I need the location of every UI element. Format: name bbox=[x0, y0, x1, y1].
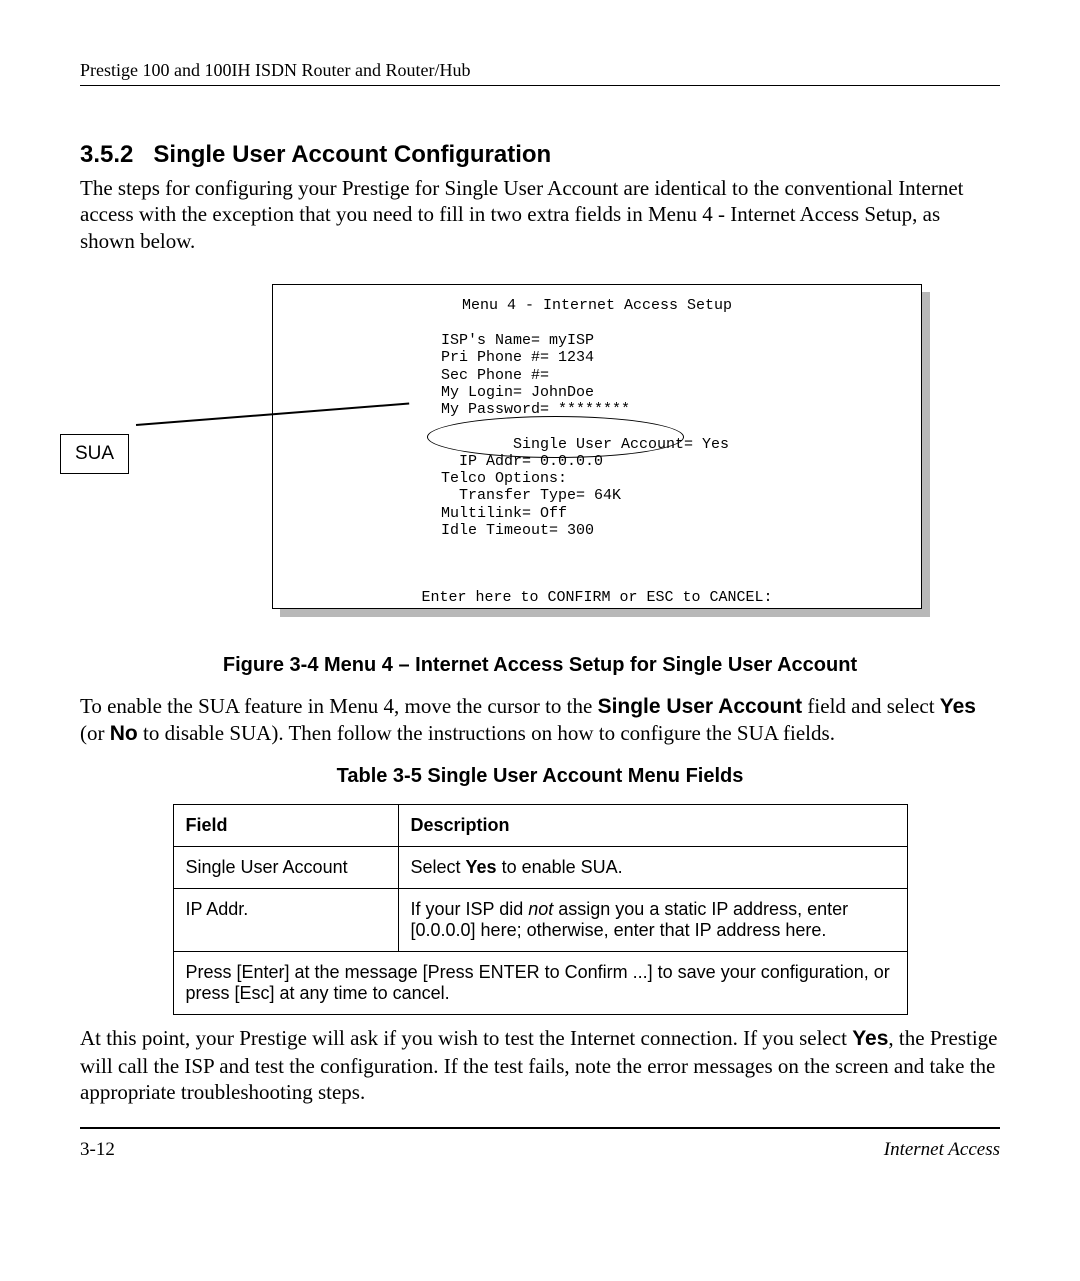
section-title: Single User Account Configuration bbox=[153, 141, 551, 168]
fields-table: Field Description Single User Account Se… bbox=[173, 804, 908, 1015]
italic-text: not bbox=[528, 899, 553, 919]
td-field: Single User Account bbox=[173, 847, 398, 889]
chapter-label: Internet Access bbox=[884, 1139, 1000, 1161]
figure-caption: Figure 3-4 Menu 4 – Internet Access Setu… bbox=[80, 654, 1000, 677]
td-field: IP Addr. bbox=[173, 889, 398, 952]
bold-text: Yes bbox=[940, 695, 976, 718]
figure-wrap: Menu 4 - Internet Access Setup ISP's Nam… bbox=[80, 284, 1000, 624]
sua-line-1: Single User Account= Yes bbox=[513, 436, 729, 453]
td-desc: Select Yes to enable SUA. bbox=[398, 847, 907, 889]
text: field and select bbox=[802, 694, 940, 718]
text: to enable SUA. bbox=[497, 857, 623, 877]
section-heading: 3.5.2 Single User Account Configuration bbox=[80, 141, 1000, 169]
text: If your ISP did bbox=[411, 899, 529, 919]
page: Prestige 100 and 100IH ISDN Router and R… bbox=[0, 0, 1080, 1281]
terminal-sua-block: Single User Account= Yes IP Addr= 0.0.0.… bbox=[441, 418, 903, 470]
bold-text: Single User Account bbox=[598, 695, 803, 718]
th-field: Field bbox=[173, 805, 398, 847]
text: to disable SUA). Then follow the instruc… bbox=[138, 721, 835, 745]
text: Select bbox=[411, 857, 466, 877]
terminal-top-lines: ISP's Name= myISP Pri Phone #= 1234 Sec … bbox=[441, 332, 903, 418]
callout-label: SUA bbox=[60, 434, 129, 474]
th-description: Description bbox=[398, 805, 907, 847]
closing-paragraph: At this point, your Prestige will ask if… bbox=[80, 1025, 1000, 1105]
terminal-title: Menu 4 - Internet Access Setup bbox=[291, 297, 903, 314]
page-number: 3-12 bbox=[80, 1139, 115, 1161]
enable-paragraph: To enable the SUA feature in Menu 4, mov… bbox=[80, 693, 1000, 748]
page-footer: 3-12 Internet Access bbox=[80, 1127, 1000, 1161]
sua-line-2: IP Addr= 0.0.0.0 bbox=[441, 453, 603, 470]
terminal-bottom-lines: Telco Options: Transfer Type= 64K Multil… bbox=[441, 470, 903, 539]
running-head: Prestige 100 and 100IH ISDN Router and R… bbox=[80, 60, 1000, 86]
section-number: 3.5.2 bbox=[80, 141, 133, 168]
table-header-row: Field Description bbox=[173, 805, 907, 847]
text: (or bbox=[80, 721, 110, 745]
text: To enable the SUA feature in Menu 4, mov… bbox=[80, 694, 598, 718]
intro-paragraph: The steps for configuring your Prestige … bbox=[80, 175, 1000, 254]
bold-text: No bbox=[110, 722, 138, 745]
bold-text: Yes bbox=[466, 857, 497, 877]
text: At this point, your Prestige will ask if… bbox=[80, 1026, 852, 1050]
td-desc: If your ISP did not assign you a static … bbox=[398, 889, 907, 952]
table-row: Press [Enter] at the message [Press ENTE… bbox=[173, 952, 907, 1015]
bold-text: Yes bbox=[852, 1027, 888, 1050]
table-caption: Table 3-5 Single User Account Menu Field… bbox=[80, 765, 1000, 788]
table-row: Single User Account Select Yes to enable… bbox=[173, 847, 907, 889]
table-row: IP Addr. If your ISP did not assign you … bbox=[173, 889, 907, 952]
terminal-box: Menu 4 - Internet Access Setup ISP's Nam… bbox=[272, 284, 922, 609]
td-note: Press [Enter] at the message [Press ENTE… bbox=[173, 952, 907, 1015]
terminal-footer: Enter here to CONFIRM or ESC to CANCEL: bbox=[291, 589, 903, 606]
